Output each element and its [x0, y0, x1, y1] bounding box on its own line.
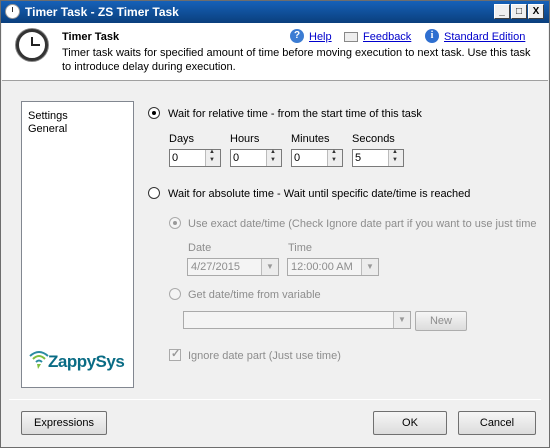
minutes-value[interactable]: 0: [294, 152, 300, 164]
new-variable-button[interactable]: New: [415, 311, 467, 331]
time-value[interactable]: 12:00:00 AM: [291, 261, 353, 273]
maximize-button[interactable]: □: [511, 4, 527, 19]
absolute-time-label[interactable]: Wait for absolute time - Wait until spec…: [168, 188, 470, 200]
help-icon[interactable]: ?: [290, 29, 304, 43]
feedback-link[interactable]: Feedback: [363, 31, 411, 43]
hours-stepper[interactable]: 0: [230, 149, 282, 167]
title-bar[interactable]: Timer Task - ZS Timer Task _ □ X: [1, 1, 549, 23]
exact-datetime-radio[interactable]: [169, 217, 181, 229]
date-picker[interactable]: 4/27/2015: [187, 258, 279, 276]
zappysys-logo-text: ZappySys: [48, 352, 125, 371]
exact-datetime-label[interactable]: Use exact date/time (Check Ignore date p…: [188, 218, 536, 230]
minutes-stepper[interactable]: 0: [291, 149, 343, 167]
ignore-date-label[interactable]: Ignore date part (Just use time): [188, 350, 341, 362]
time-picker[interactable]: 12:00:00 AM: [287, 258, 379, 276]
close-button[interactable]: X: [528, 4, 544, 19]
settings-nav-panel: Settings General ZappySys: [21, 101, 134, 388]
task-title: Timer Task: [62, 31, 120, 43]
variable-datetime-label[interactable]: Get date/time from variable: [188, 289, 321, 301]
time-label: Time: [288, 242, 313, 254]
hours-value[interactable]: 0: [233, 152, 239, 164]
timer-task-window: Timer Task - ZS Timer Task _ □ X Timer T…: [0, 0, 550, 448]
ignore-date-checkbox[interactable]: [169, 347, 181, 361]
seconds-value[interactable]: 5: [355, 152, 361, 164]
nav-item-general[interactable]: General: [28, 123, 67, 135]
zappysys-logo-icon: [29, 351, 49, 369]
days-stepper[interactable]: 0: [169, 149, 221, 167]
relative-time-label[interactable]: Wait for relative time - from the start …: [168, 108, 422, 120]
days-label: Days: [169, 133, 195, 145]
expressions-button[interactable]: Expressions: [21, 411, 107, 435]
info-icon[interactable]: i: [425, 29, 439, 43]
clock-icon: [16, 29, 48, 61]
cancel-button[interactable]: Cancel: [458, 411, 536, 435]
clock-icon: [5, 4, 20, 19]
hours-spin-arrows-icon[interactable]: [266, 149, 281, 166]
relative-time-radio[interactable]: [148, 107, 160, 119]
date-label: Date: [188, 242, 212, 254]
help-link[interactable]: Help: [309, 31, 332, 43]
minutes-label: Minutes: [291, 133, 330, 145]
edition-link[interactable]: Standard Edition: [444, 31, 525, 43]
task-header: Timer Task Timer task waits for specifie…: [2, 23, 548, 81]
absolute-time-radio[interactable]: [148, 187, 160, 199]
minimize-button[interactable]: _: [494, 4, 510, 19]
variable-dropdown-icon[interactable]: [393, 312, 410, 328]
task-description: Timer task waits for specified amount of…: [62, 47, 531, 73]
date-dropdown-icon[interactable]: [261, 259, 278, 275]
days-value[interactable]: 0: [172, 152, 178, 164]
footer-divider: [9, 399, 541, 400]
nav-item-settings[interactable]: Settings: [28, 110, 68, 122]
time-dropdown-icon[interactable]: [361, 259, 378, 275]
minutes-spin-arrows-icon[interactable]: [327, 149, 342, 166]
ok-button[interactable]: OK: [373, 411, 447, 435]
hours-label: Hours: [230, 133, 260, 145]
window-title: Timer Task - ZS Timer Task: [25, 5, 179, 19]
seconds-label: Seconds: [352, 133, 395, 145]
date-value[interactable]: 4/27/2015: [191, 261, 240, 273]
feedback-icon[interactable]: [344, 32, 358, 42]
variable-select[interactable]: [183, 311, 411, 329]
variable-datetime-radio[interactable]: [169, 288, 181, 300]
seconds-spin-arrows-icon[interactable]: [388, 149, 403, 166]
seconds-stepper[interactable]: 5: [352, 149, 404, 167]
days-spin-arrows-icon[interactable]: [205, 149, 220, 166]
